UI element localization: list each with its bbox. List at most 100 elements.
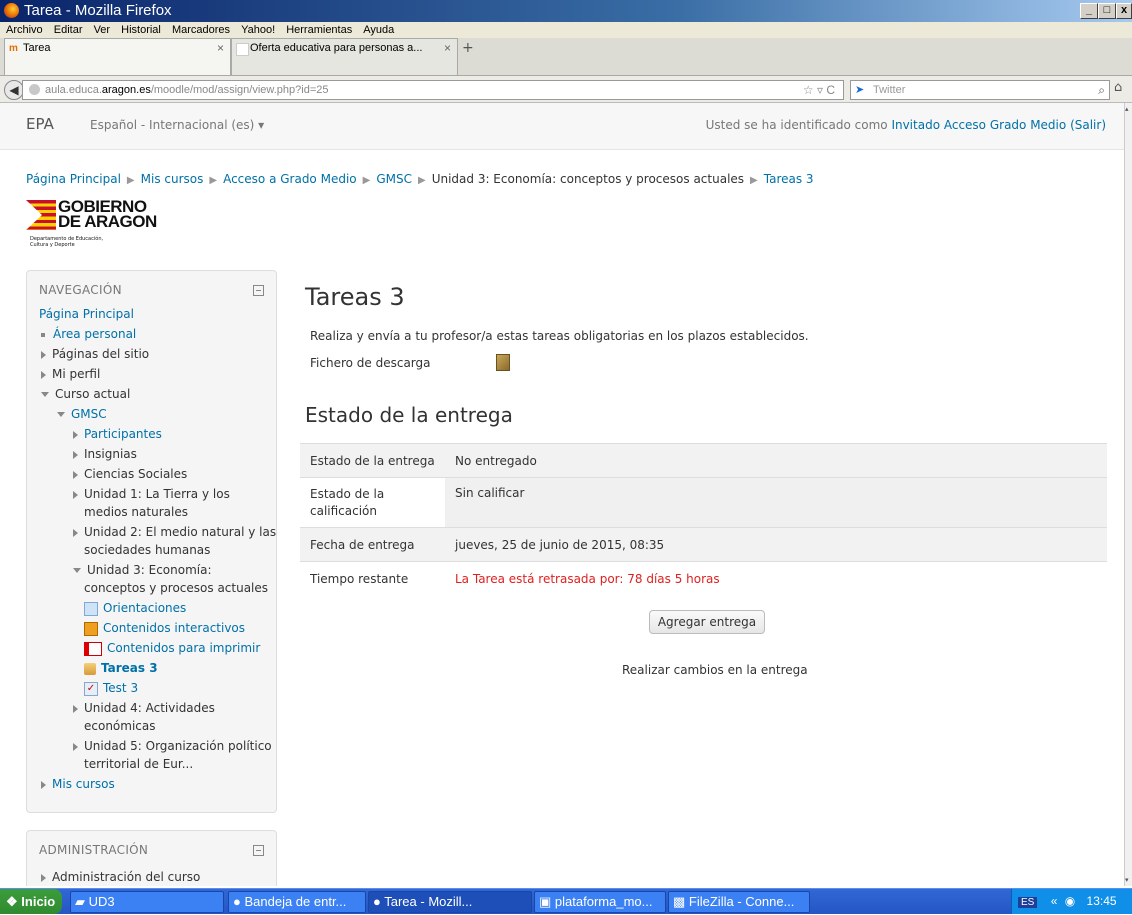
search-input[interactable]: ➤ Twitter ⌕ [850, 80, 1110, 100]
nav-unidad1[interactable]: Unidad 1: La Tierra y los [73, 485, 230, 503]
taskbar: ❖ Inicio ▰ UD3 ● Bandeja de entr... ● Ta… [0, 888, 1132, 914]
nav-home[interactable]: Página Principal [39, 305, 134, 323]
language-selector[interactable]: Español - Internacional (es) ▾ [90, 118, 264, 132]
mail-icon: ● [233, 894, 241, 909]
nav-unidad5-cont: territorial de Eur... [84, 757, 194, 771]
scroll-down-icon[interactable]: ▾ [1125, 876, 1132, 884]
tab-oferta[interactable]: Oferta educativa para personas a... × [231, 38, 458, 75]
tab-bar: m Tarea × Oferta educativa para personas… [0, 38, 1132, 76]
menu-editar[interactable]: Editar [54, 22, 83, 38]
scroll-up-icon[interactable]: ▴ [1125, 105, 1132, 113]
submission-status-heading: Estado de la entrega [305, 403, 513, 427]
menu-herramientas[interactable]: Herramientas [286, 22, 352, 38]
nav-paginas[interactable]: Páginas del sitio [41, 345, 149, 363]
nav-area-personal[interactable]: Área personal [41, 325, 136, 343]
start-button[interactable]: ❖ Inicio [0, 889, 62, 914]
file-download-icon[interactable] [496, 354, 510, 371]
time-remaining-late: La Tarea está retrasada por: 78 días 5 h… [445, 561, 1107, 596]
nav-gmsc[interactable]: GMSC [57, 405, 107, 423]
home-icon[interactable]: ⌂ [1114, 80, 1122, 95]
breadcrumb-unidad3: Unidad 3: Economía: conceptos y procesos… [431, 172, 745, 186]
nav-tareas3[interactable]: Tareas 3 [84, 659, 158, 677]
menu-yahoo[interactable]: Yahoo! [241, 22, 275, 38]
table-row: Estado de la entrega No entregado [300, 443, 1107, 478]
menu-ver[interactable]: Ver [94, 22, 111, 38]
tab-close-icon[interactable]: × [444, 41, 451, 55]
tab-label: Tarea [23, 42, 51, 54]
collapse-icon[interactable] [253, 285, 264, 296]
add-submission-button[interactable]: Agregar entrega [649, 610, 765, 634]
nav-unidad2[interactable]: Unidad 2: El medio natural y las [73, 523, 276, 541]
window-title-bar: Tarea - Mozilla Firefox _ □ x [0, 0, 1132, 22]
nav-ciencias-sociales[interactable]: Ciencias Sociales [73, 465, 187, 483]
search-placeholder: Twitter [873, 84, 906, 96]
globe-icon [29, 84, 40, 95]
taskbar-item-filezilla[interactable]: ▩ FileZilla - Conne... [668, 891, 810, 913]
maximize-button[interactable]: □ [1098, 3, 1116, 19]
page-title: Tareas 3 [305, 283, 405, 311]
breadcrumb-gmsc[interactable]: GMSC [376, 172, 412, 186]
administration-title: ADMINISTRACIÓN [39, 843, 149, 857]
nav-test3[interactable]: ✓ Test 3 [84, 679, 138, 697]
nav-orientaciones[interactable]: Orientaciones [84, 599, 186, 617]
firefox-icon [4, 3, 19, 18]
table-row: Estado de la calificación Sin calificar [300, 477, 1107, 528]
vertical-scrollbar[interactable]: ▴ ▾ [1124, 103, 1132, 886]
search-icon[interactable]: ⌕ [1098, 81, 1105, 99]
breadcrumb-home[interactable]: Página Principal [26, 172, 121, 186]
table-row: Tiempo restante La Tarea está retrasada … [300, 561, 1107, 596]
menu-archivo[interactable]: Archivo [6, 22, 43, 38]
page-icon [84, 601, 98, 616]
system-tray: ES « ◉ 13:45 [1011, 889, 1132, 914]
taskbar-item-plataforma[interactable]: ▣ plataforma_mo... [534, 891, 666, 913]
language-indicator[interactable]: ES [1018, 897, 1038, 908]
user-link[interactable]: Invitado Acceso Grado Medio [891, 118, 1066, 132]
collapse-icon[interactable] [253, 845, 264, 856]
taskbar-item-bandeja[interactable]: ● Bandeja de entr... [228, 891, 366, 913]
nav-unidad4[interactable]: Unidad 4: Actividades [73, 699, 215, 717]
nav-mis-cursos[interactable]: Mis cursos [41, 775, 115, 793]
nav-contenidos-imprimir[interactable]: Contenidos para imprimir [84, 639, 260, 657]
close-window-button[interactable]: x [1116, 3, 1132, 19]
url-input[interactable]: aula.educa.aragon.es/moodle/mod/assign/v… [22, 80, 844, 100]
site-brand[interactable]: EPA [26, 115, 54, 133]
minimize-button[interactable]: _ [1080, 3, 1098, 19]
nav-unidad5[interactable]: Unidad 5: Organización político [73, 737, 272, 755]
pdf-icon [84, 641, 102, 656]
breadcrumb: Página Principal ▶ Mis cursos ▶ Acceso a Gra… [26, 172, 814, 186]
row-value: jueves, 25 de junio de 2015, 08:35 [445, 527, 1107, 562]
nav-admin-curso[interactable]: Administración del curso [41, 868, 200, 886]
logout-link[interactable]: (Salir) [1070, 118, 1106, 132]
breadcrumb-grado-medio[interactable]: Acceso a Grado Medio [223, 172, 357, 186]
moodle-icon: m [9, 43, 18, 54]
tab-close-icon[interactable]: × [217, 41, 224, 55]
breadcrumb-tareas3[interactable]: Tareas 3 [764, 172, 814, 186]
tray-expand-icon[interactable]: « [1051, 894, 1058, 908]
tab-tarea[interactable]: m Tarea × [4, 38, 231, 75]
menu-ayuda[interactable]: Ayuda [363, 22, 394, 38]
back-button[interactable]: ◀ [4, 80, 24, 100]
nav-participantes[interactable]: Participantes [73, 425, 162, 443]
menu-marcadores[interactable]: Marcadores [172, 22, 230, 38]
new-tab-button[interactable]: + [462, 40, 474, 56]
nav-contenidos-interactivos[interactable]: Contenidos interactivos [84, 619, 245, 637]
breadcrumb-mis-cursos[interactable]: Mis cursos [141, 172, 204, 186]
window-title: Tarea - Mozilla Firefox [24, 2, 172, 19]
tab-label: Oferta educativa para personas a... [250, 42, 423, 54]
taskbar-item-tarea[interactable]: ● Tarea - Mozill... [368, 891, 532, 913]
row-label: Estado de la entrega [300, 443, 445, 478]
nav-mi-perfil[interactable]: Mi perfil [41, 365, 100, 383]
nav-curso-actual[interactable]: Curso actual [41, 385, 130, 403]
windows-flag-icon: ❖ [6, 894, 18, 909]
submission-changes-text: Realizar cambios en la entrega [622, 663, 808, 677]
row-label: Tiempo restante [300, 561, 445, 596]
network-icon[interactable]: ◉ [1065, 894, 1075, 908]
menu-historial[interactable]: Historial [121, 22, 161, 38]
administration-block: ADMINISTRACIÓN Administración del curso [26, 830, 277, 886]
nav-insignias[interactable]: Insignias [73, 445, 137, 463]
download-file-label: Fichero de descarga [310, 356, 431, 370]
nav-unidad3[interactable]: Unidad 3: Economía: [73, 561, 212, 579]
taskbar-item-ud3[interactable]: ▰ UD3 [70, 891, 224, 913]
bookmark-star-icon[interactable]: ☆ ▿ C [803, 81, 835, 99]
document-icon: ▣ [539, 894, 552, 909]
